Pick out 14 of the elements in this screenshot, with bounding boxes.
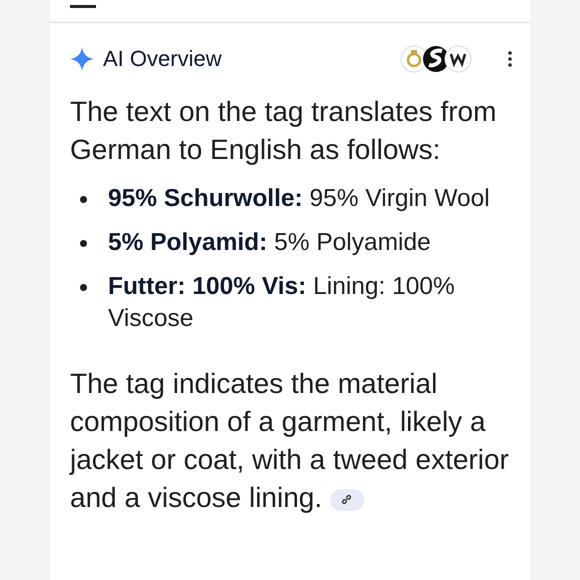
section-title: AI Overview <box>103 46 223 72</box>
list-item-text: Futter: 100% Vis: Lining: 100% Viscose <box>108 272 456 334</box>
sparkle-icon <box>70 47 94 71</box>
intro-paragraph: The text on the tag translates from German to English as follows: <box>70 95 498 167</box>
bullet-icon <box>80 284 87 291</box>
list-item-text: 5% Polyamid: 5% Polyamide <box>108 228 431 258</box>
bullet-icon <box>80 240 87 247</box>
list-item-text: 95% Schurwolle: 95% Virgin Wool <box>108 184 490 214</box>
summary-paragraph: The tag indicates the material composition of a garment, likely a jacket or coat, with a tweed exterior and a viscose lining. <box>70 367 510 515</box>
bullet-icon <box>80 196 87 203</box>
tab-indicator <box>70 5 96 8</box>
link-button[interactable] <box>330 488 364 511</box>
link-icon <box>340 493 354 506</box>
source-icon[interactable] <box>444 45 472 73</box>
